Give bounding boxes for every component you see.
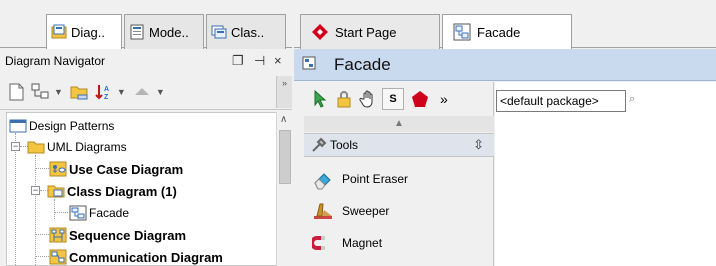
sweeper-icon bbox=[312, 200, 334, 222]
project-icon bbox=[9, 118, 27, 134]
diagram-canvas[interactable]: <default package> ⌕ bbox=[495, 82, 716, 266]
eraser-icon bbox=[312, 168, 334, 190]
tree-item-label: Design Patterns bbox=[29, 119, 115, 133]
diagram-title: Facade bbox=[334, 54, 391, 74]
diagram-tree-icon[interactable] bbox=[30, 82, 50, 102]
diagram-title-bar: Facade bbox=[294, 49, 716, 81]
close-icon[interactable]: × bbox=[274, 53, 282, 68]
editor-area: Start Page Facade Facade S » ▲ Tools ⇳ P… bbox=[294, 0, 716, 266]
stamp-button[interactable]: S bbox=[382, 88, 404, 110]
tools-palette: Point Eraser Sweeper Magnet bbox=[304, 157, 494, 266]
tab-facade[interactable]: Facade bbox=[442, 14, 572, 49]
search-icon[interactable]: ⌕ bbox=[629, 93, 635, 106]
diagram-toolbar: S » bbox=[304, 82, 494, 116]
scrollbar-thumb[interactable] bbox=[279, 130, 291, 184]
palette-scroll-up-icon[interactable]: ▲ bbox=[304, 116, 494, 132]
tree-scrollbar[interactable]: ∧ bbox=[276, 112, 292, 266]
left-tab-bar: Diag.. Mode.. Clas.. bbox=[0, 0, 292, 49]
tree-item-label: Use Case Diagram bbox=[69, 161, 184, 177]
tool-label: Point Eraser bbox=[342, 172, 409, 186]
dropdown-arrow-icon[interactable]: ▼ bbox=[156, 87, 165, 97]
tree-item-label: Communication Diagram bbox=[69, 249, 223, 265]
tab-class-repository[interactable]: Clas.. bbox=[206, 14, 286, 49]
tools-icon bbox=[310, 136, 328, 154]
sequence-diagram-icon bbox=[49, 227, 67, 243]
tree-item-label: Facade bbox=[89, 206, 130, 220]
tool-magnet[interactable]: Magnet bbox=[310, 229, 383, 257]
start-page-icon bbox=[311, 23, 329, 41]
editor-tab-bar: Start Page Facade bbox=[294, 0, 716, 49]
tree-item-label: Sequence Diagram bbox=[69, 227, 187, 243]
tree-item-label: Class Diagram (1) bbox=[67, 183, 177, 199]
pin-icon[interactable]: ⊣ bbox=[254, 53, 265, 69]
svg-text:Z: Z bbox=[104, 94, 109, 101]
navigate-up-icon[interactable] bbox=[132, 82, 152, 102]
hand-pan-icon[interactable] bbox=[358, 89, 378, 109]
diagram-navigator-icon bbox=[51, 24, 67, 40]
tab-label: Diag.. bbox=[71, 24, 105, 40]
tab-diagram-navigator[interactable]: Diag.. bbox=[46, 14, 122, 49]
model-explorer-icon bbox=[129, 24, 145, 40]
tool-label: Magnet bbox=[342, 236, 383, 250]
tree-item-facade[interactable]: Facade bbox=[69, 202, 129, 224]
tree-item-communication-diagram[interactable]: Communication Diagram bbox=[49, 246, 223, 265]
navigator-toolbar: ▼ AZ ▼ ▼ » bbox=[0, 74, 292, 110]
magnet-icon bbox=[310, 232, 334, 254]
class-diagram-icon bbox=[69, 205, 87, 221]
lock-icon[interactable] bbox=[334, 89, 354, 109]
collapse-toggle-icon[interactable]: − bbox=[11, 142, 20, 151]
diagram-type-icon bbox=[302, 56, 316, 73]
package-selector[interactable]: <default package> bbox=[496, 90, 626, 112]
expand-collapse-icon[interactable]: ⇳ bbox=[473, 137, 484, 153]
collapse-toggle-icon[interactable]: − bbox=[31, 186, 40, 195]
toolbar-overflow-icon[interactable]: » bbox=[276, 76, 292, 108]
tree-item-sequence-diagram[interactable]: Sequence Diagram bbox=[49, 224, 186, 246]
tree-item-uml-diagrams[interactable]: UML Diagrams bbox=[27, 136, 127, 158]
tree-item-label: UML Diagrams bbox=[47, 140, 127, 154]
open-folder-icon[interactable] bbox=[69, 82, 89, 102]
tab-start-page[interactable]: Start Page bbox=[300, 14, 440, 49]
diagram-tree: Design Patterns − UML Diagrams Use Case … bbox=[6, 112, 276, 266]
tools-group-header[interactable]: Tools ⇳ bbox=[304, 133, 494, 157]
new-document-icon[interactable] bbox=[6, 82, 26, 102]
sort-icon[interactable]: AZ bbox=[93, 82, 113, 102]
communication-diagram-icon bbox=[49, 249, 67, 265]
tree-item-design-patterns[interactable]: Design Patterns bbox=[9, 115, 114, 137]
tab-label: Facade bbox=[477, 24, 521, 40]
folder-icon bbox=[27, 139, 45, 155]
restore-icon[interactable]: ❐ bbox=[232, 53, 244, 69]
svg-text:A: A bbox=[104, 86, 109, 93]
tree-item-use-case-diagram[interactable]: Use Case Diagram bbox=[49, 158, 183, 180]
dropdown-arrow-icon[interactable]: ▼ bbox=[117, 87, 126, 97]
tab-model-explorer[interactable]: Mode.. bbox=[124, 14, 204, 49]
tab-label: Mode.. bbox=[149, 24, 189, 40]
tab-label: Start Page bbox=[335, 24, 397, 40]
tools-header-label: Tools bbox=[330, 138, 359, 152]
navigator-title: Diagram Navigator bbox=[5, 54, 106, 68]
class-diagram-folder-icon bbox=[47, 183, 65, 199]
tool-label: Sweeper bbox=[342, 204, 390, 218]
tool-sweeper[interactable]: Sweeper bbox=[312, 197, 389, 225]
dropdown-arrow-icon[interactable]: ▼ bbox=[54, 87, 63, 97]
selection-arrow-icon[interactable] bbox=[310, 89, 330, 109]
left-panel: Diag.. Mode.. Clas.. Diagram Navigator ❐… bbox=[0, 0, 292, 266]
more-tools-icon[interactable]: » bbox=[440, 91, 448, 107]
class-diagram-icon bbox=[453, 23, 471, 41]
class-repository-icon bbox=[211, 24, 227, 40]
tree-item-class-diagram[interactable]: Class Diagram (1) bbox=[47, 180, 177, 202]
tool-point-eraser[interactable]: Point Eraser bbox=[312, 165, 408, 193]
pentagon-shape-icon[interactable] bbox=[410, 89, 430, 109]
scroll-up-icon[interactable]: ∧ bbox=[280, 114, 287, 125]
use-case-diagram-icon bbox=[49, 161, 67, 177]
navigator-header: Diagram Navigator ❐ ⊣ × bbox=[0, 49, 292, 73]
tab-label: Clas.. bbox=[231, 24, 265, 40]
